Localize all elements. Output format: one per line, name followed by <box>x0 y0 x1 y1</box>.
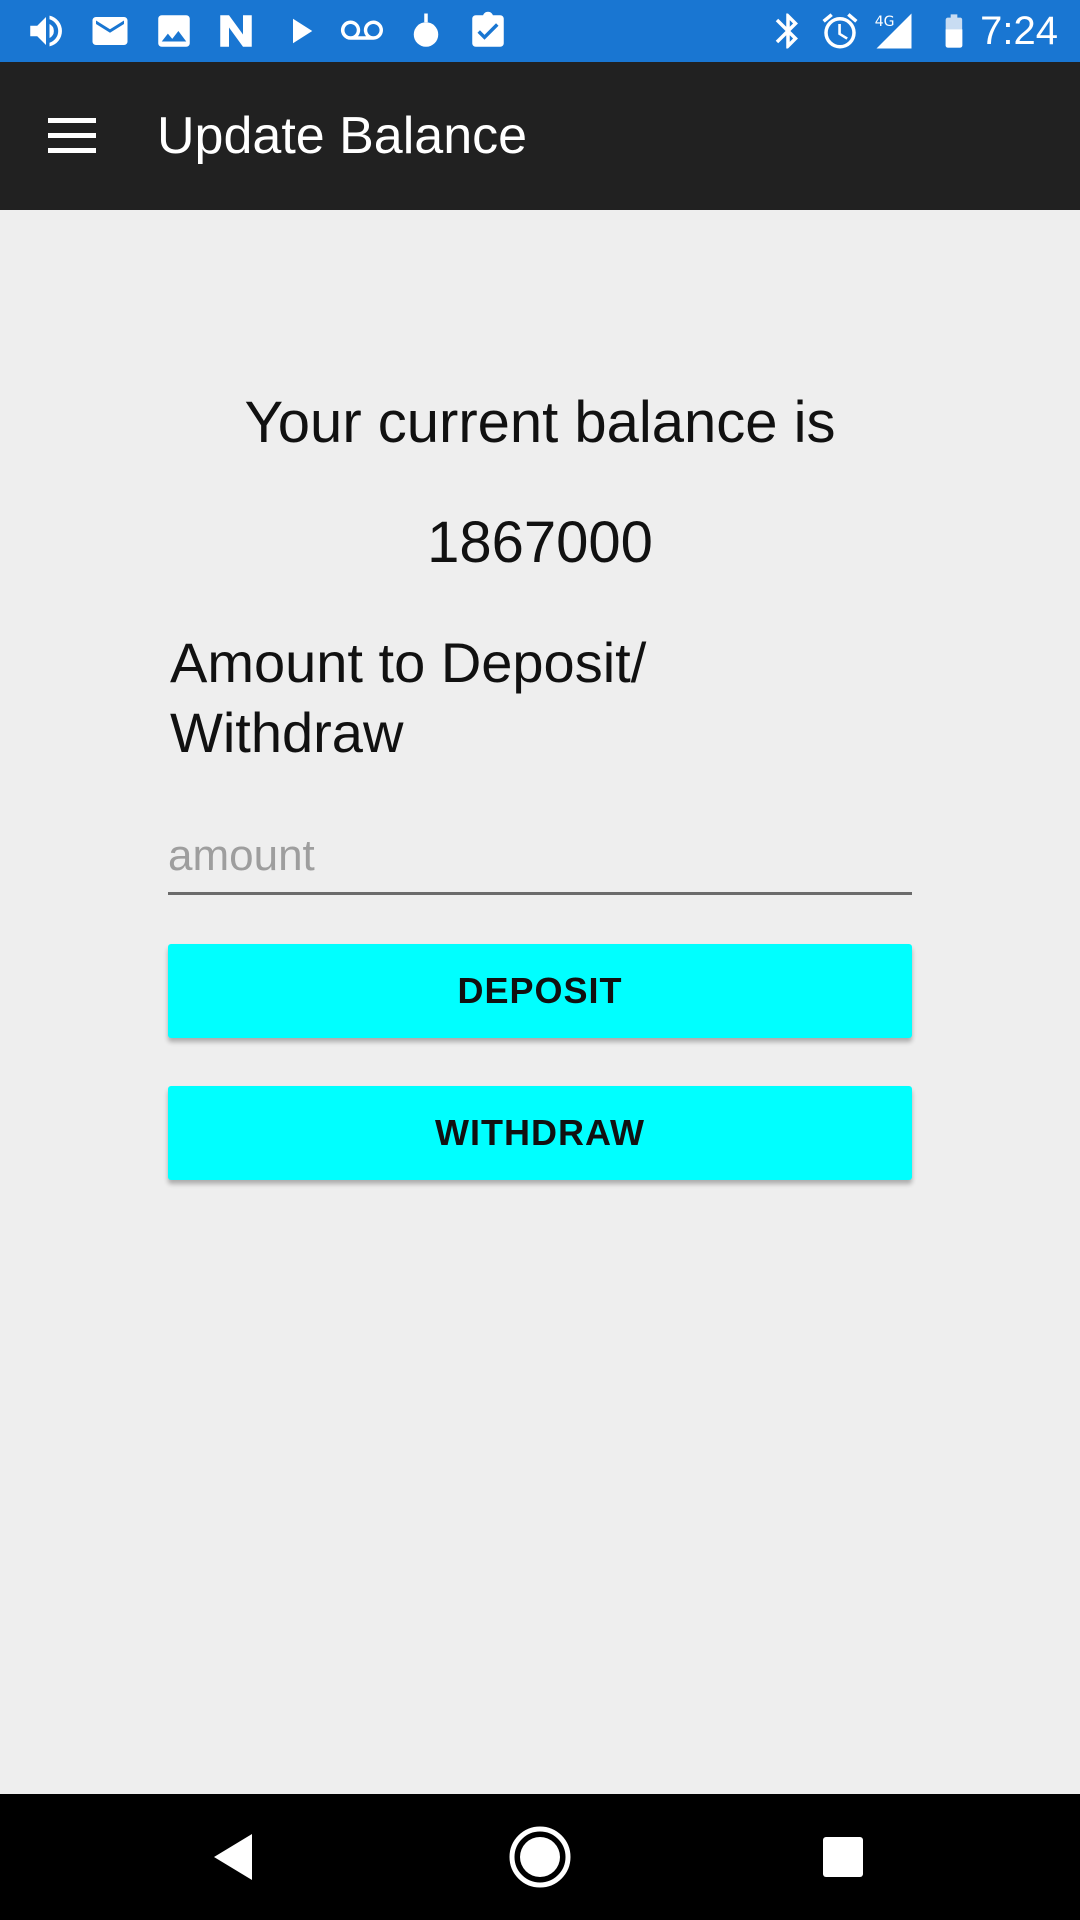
drop-icon <box>404 10 448 52</box>
balance-label: Your current balance is <box>244 390 836 455</box>
hamburger-menu-icon[interactable] <box>44 112 100 158</box>
home-circle-icon[interactable] <box>505 1822 575 1892</box>
page-title: Update Balance <box>157 107 528 165</box>
mail-icon <box>88 10 132 52</box>
app-bar: Update Balance <box>0 62 1080 210</box>
amount-input[interactable] <box>168 820 912 895</box>
screen: 4G 7:24 Update Balance Your current bala… <box>0 0 1080 1920</box>
bluetooth-icon <box>766 10 810 52</box>
network-label: 4G <box>875 14 895 30</box>
amount-label: Amount to Deposit/ Withdraw <box>170 631 647 764</box>
status-bar: 4G 7:24 <box>0 0 1080 62</box>
n-app-icon <box>214 10 258 52</box>
recents-square-icon[interactable] <box>808 1822 878 1892</box>
battery-icon <box>934 10 974 52</box>
withdraw-button[interactable]: WITHDRAW <box>168 1086 912 1180</box>
deposit-button[interactable]: DEPOSIT <box>168 944 912 1038</box>
navigation-bar <box>0 1794 1080 1920</box>
play-icon <box>278 10 322 52</box>
clipboard-check-icon <box>466 10 510 52</box>
voicemail-icon <box>340 10 384 52</box>
volume-icon <box>24 10 68 52</box>
image-icon <box>152 10 196 52</box>
signal-4g-icon: 4G <box>872 10 916 52</box>
alarm-icon <box>818 10 862 52</box>
status-time: 7:24 <box>980 9 1058 53</box>
balance-value: 1867000 <box>427 510 653 575</box>
back-triangle-icon[interactable] <box>200 1822 270 1892</box>
